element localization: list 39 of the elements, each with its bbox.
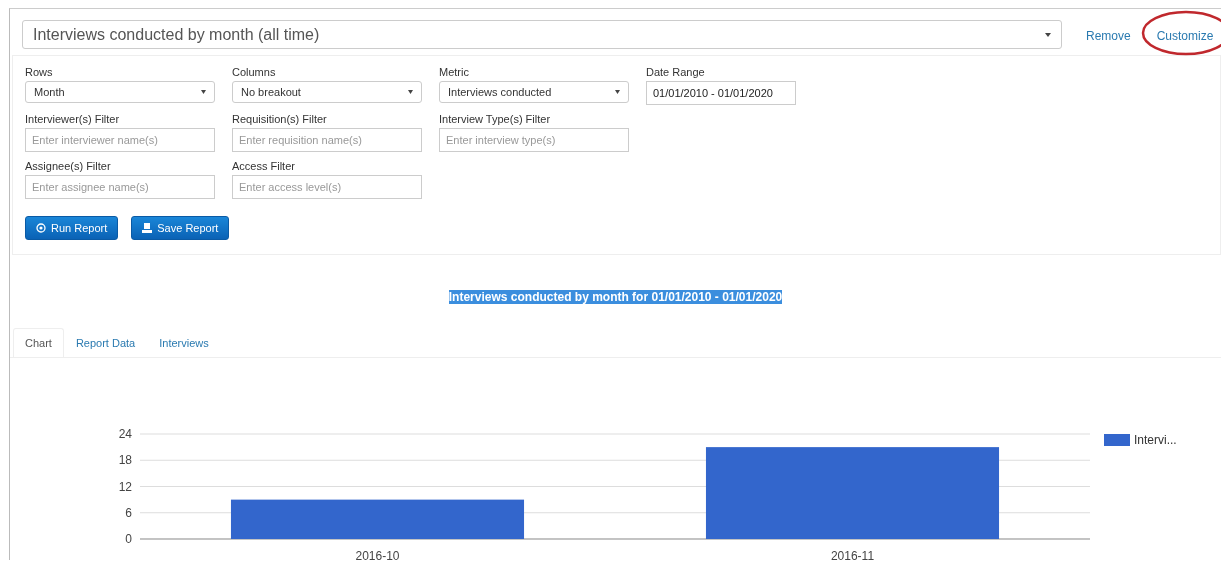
dropdown[interactable]: Interviews conducted (439, 81, 629, 103)
axis-label: 24 (118, 427, 132, 441)
input-field[interactable]: Enter interview type(s) (439, 128, 629, 152)
field-label: Interview Type(s) Filter (439, 113, 552, 125)
tab[interactable]: Interviews (147, 328, 221, 357)
input-field[interactable]: Enter access level(s) (232, 175, 422, 199)
input-field[interactable]: 01/01/2010 - 01/01/2020 (646, 81, 796, 105)
field-label: Date Range (646, 66, 706, 78)
header-link[interactable]: Remove (1086, 28, 1131, 43)
input-field[interactable]: Enter interviewer name(s) (25, 128, 215, 152)
axis-label: 12 (118, 479, 132, 494)
legend-label: Intervi... (1134, 433, 1177, 447)
axis-label: 2016-10 (355, 549, 400, 560)
dropdown[interactable]: Month (25, 81, 215, 103)
field-label: Requisition(s) Filter (232, 113, 328, 125)
report-select[interactable]: Interviews conducted by month (all time) (22, 20, 1062, 49)
axis-label: 18 (118, 453, 132, 468)
input-field[interactable]: Enter assignee name(s) (25, 175, 215, 199)
axis-label: 2016-11 (830, 549, 875, 560)
tab[interactable]: Chart (13, 328, 64, 357)
tab[interactable]: Report Data (63, 328, 148, 357)
field-label: Metric (439, 66, 470, 78)
field-label: Rows (25, 66, 54, 78)
field-label: Assignee(s) Filter (25, 160, 112, 172)
input-field[interactable]: Enter requisition name(s) (232, 128, 422, 152)
field-label: Interviewer(s) Filter (25, 113, 121, 125)
axis-label: 0 (125, 532, 132, 546)
caret-icon (201, 90, 206, 94)
field-label: Access Filter (232, 160, 296, 172)
caret-icon (1045, 32, 1051, 37)
drive-icon (142, 223, 153, 233)
field-label: Columns (232, 66, 277, 78)
caret-icon (615, 90, 620, 94)
report-button[interactable]: Save Report (131, 216, 230, 240)
caret-icon (408, 90, 413, 94)
report-title: Interviews conducted by month for 01/01/2010 - 01/01/2020 (448, 290, 783, 304)
report-button[interactable]: Run Report (25, 216, 119, 240)
axis-label: 6 (125, 505, 132, 520)
dropdown[interactable]: No breakout (232, 81, 422, 103)
